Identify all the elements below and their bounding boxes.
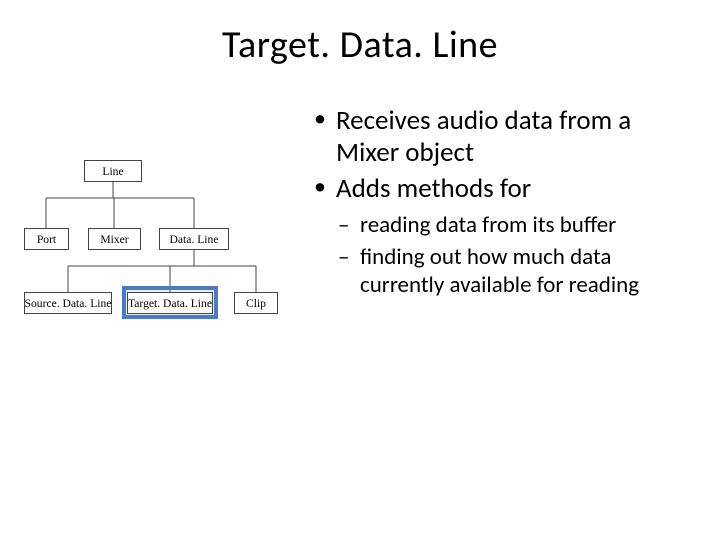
- slide-title: Target. Data. Line: [0, 22, 720, 68]
- diagram-box-mixer: Mixer: [88, 228, 141, 250]
- bullet-item: Receives audio data from a Mixer object: [312, 105, 682, 169]
- diagram-box-target: Target. Data. Line: [127, 292, 213, 314]
- sub-bullet-item: finding out how much data currently avai…: [336, 243, 682, 299]
- sub-bullet-list: reading data from its buffer finding out…: [336, 211, 682, 299]
- sub-bullet-item: reading data from its buffer: [336, 211, 682, 239]
- class-hierarchy-diagram: Line Port Mixer Data. Line Source. Data.…: [24, 150, 289, 330]
- diagram-box-dataline: Data. Line: [159, 228, 229, 250]
- diagram-box-port: Port: [24, 228, 69, 250]
- bullet-list: Receives audio data from a Mixer object …: [312, 105, 682, 299]
- content-area: Receives audio data from a Mixer object …: [312, 105, 682, 303]
- diagram-box-source: Source. Data. Line: [24, 292, 112, 314]
- diagram-box-line: Line: [84, 160, 142, 182]
- bullet-text: Adds methods for: [336, 172, 531, 205]
- sub-bullet-text: finding out how much data currently avai…: [360, 243, 639, 299]
- slide: Target. Data. Line Line Port Mixer Data.…: [0, 0, 720, 540]
- sub-bullet-text: reading data from its buffer: [360, 211, 616, 239]
- bullet-text: Receives audio data from a Mixer object: [336, 104, 631, 169]
- diagram-box-clip: Clip: [234, 292, 278, 314]
- bullet-item: Adds methods for reading data from its b…: [312, 173, 682, 299]
